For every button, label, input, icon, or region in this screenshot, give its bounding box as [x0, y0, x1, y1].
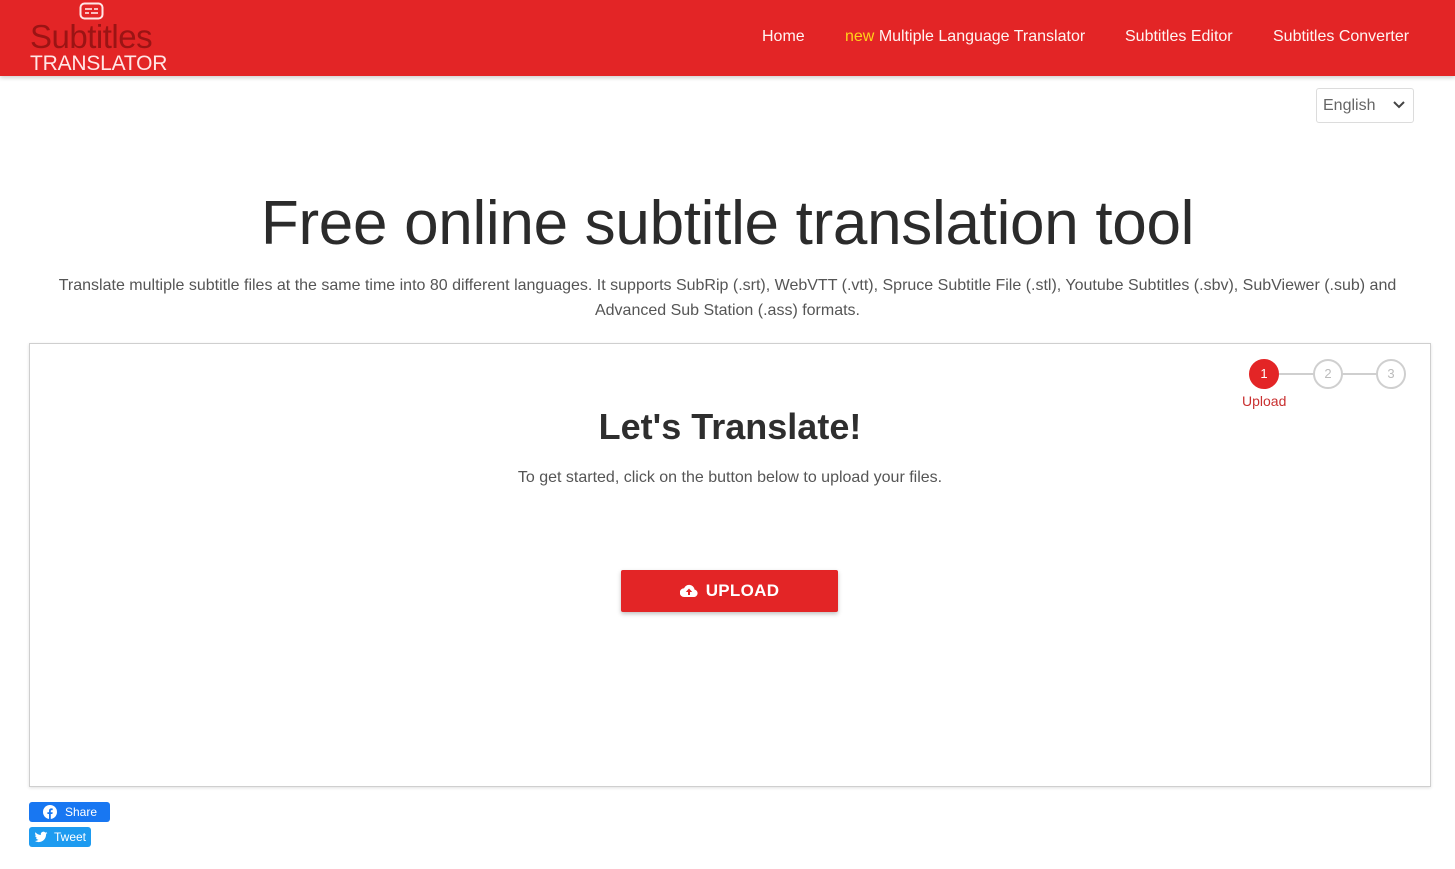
nav-home[interactable]: Home — [762, 26, 805, 48]
twitter-icon — [34, 831, 48, 843]
upload-button-label: UPLOAD — [705, 581, 780, 600]
facebook-share-button[interactable]: Share — [29, 802, 110, 822]
step-2: 2 — [1313, 359, 1343, 389]
site-logo[interactable]: Subtitles TRANSLATOR — [29, 0, 167, 76]
step-connector — [1279, 373, 1314, 375]
nav-subtitles-editor[interactable]: Subtitles Editor — [1125, 26, 1233, 48]
cloud-upload-icon — [679, 584, 698, 598]
step-1: 1 — [1249, 359, 1279, 389]
new-badge: new — [845, 28, 875, 45]
language-select-value: English — [1323, 97, 1376, 114]
site-header: Subtitles TRANSLATOR Home new Multiple L… — [0, 0, 1455, 76]
upload-button[interactable]: UPLOAD — [621, 570, 838, 612]
nav-multiple-language-translator[interactable]: new Multiple Language Translator — [845, 26, 1085, 48]
logo-text-translator: TRANSLATOR — [30, 52, 168, 75]
nav-subtitles-converter[interactable]: Subtitles Converter — [1273, 26, 1409, 48]
chevron-down-icon — [1393, 101, 1405, 109]
card-instructions: To get started, click on the button belo… — [517, 469, 943, 486]
page-description: Translate multiple subtitle files at the… — [58, 277, 1397, 319]
nav-label: Multiple Language Translator — [878, 28, 1086, 45]
translate-card: 1 2 3 Upload Let's Translate! To get sta… — [29, 343, 1431, 787]
step-connector — [1342, 373, 1377, 375]
step-3: 3 — [1376, 359, 1406, 389]
card-heading: Let's Translate! — [598, 406, 862, 447]
facebook-icon — [43, 805, 57, 819]
language-select[interactable]: English — [1316, 88, 1414, 123]
logo-text-subtitles: Subtitles — [30, 18, 153, 55]
page-title: Free online subtitle translation tool — [260, 189, 1195, 258]
facebook-share-label: Share — [65, 805, 98, 819]
twitter-tweet-label: Tweet — [54, 830, 87, 844]
twitter-tweet-button[interactable]: Tweet — [29, 827, 91, 847]
